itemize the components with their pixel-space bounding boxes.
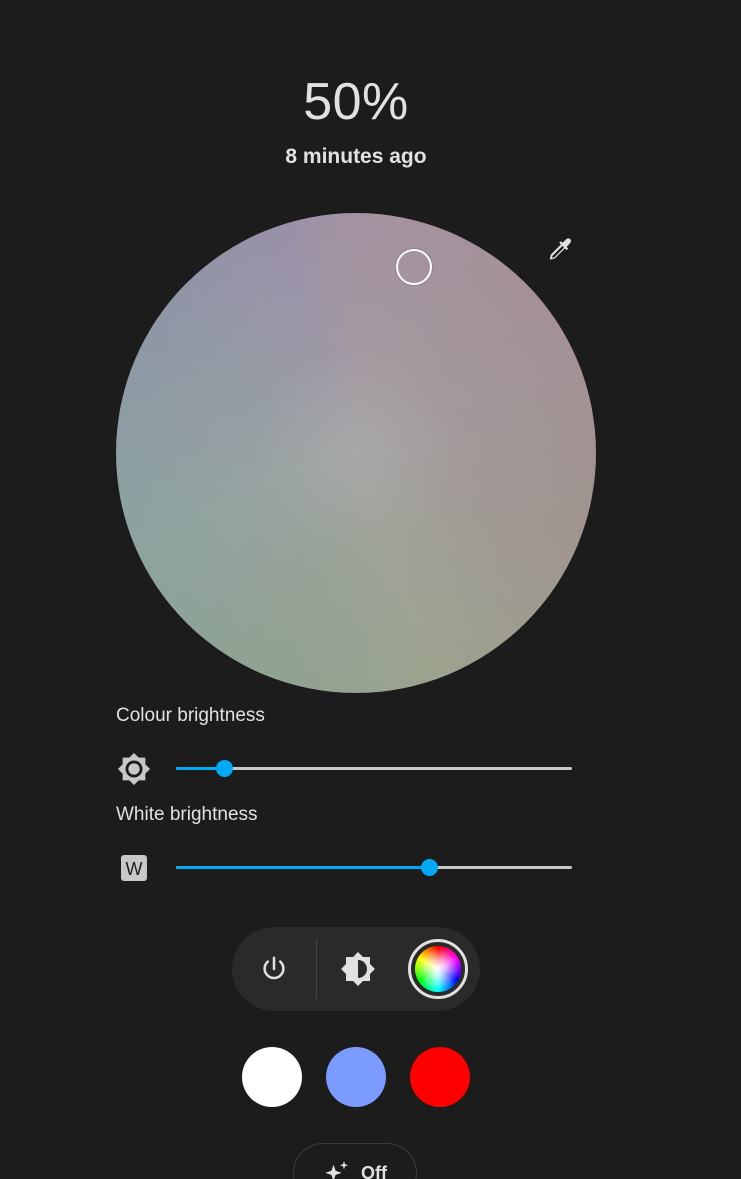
power-icon [263,956,285,980]
mode-divider [316,939,317,999]
favorite-color-red[interactable] [410,1047,470,1107]
color-wheel-marker[interactable] [396,249,432,285]
white-w-icon: W [116,850,152,886]
effect-button[interactable]: Off [293,1143,417,1179]
sparkles-icon [325,1161,349,1179]
colour-brightness-slider-row [116,748,586,788]
eyedropper-icon [549,238,572,260]
white-brightness-slider-row: W [116,847,586,887]
color-mode-button[interactable] [408,939,468,999]
white-brightness-slider[interactable] [176,859,572,876]
brightness-icon [116,751,152,787]
brightness-contrast-icon [341,952,375,986]
color-wheel-icon [415,946,461,992]
mode-selector [232,927,480,1011]
power-toggle-button[interactable] [244,939,304,999]
brightness-mode-button[interactable] [328,939,388,999]
colour-brightness-slider[interactable] [176,760,572,777]
white-brightness-thumb[interactable] [421,859,439,876]
svg-text:W: W [126,859,143,879]
wheel-center [337,434,375,472]
last-changed: 8 minutes ago [285,145,427,168]
favorite-color-white[interactable] [242,1047,302,1107]
light-more-info: 50% 8 minutes ago Colour brightness Whit… [0,0,741,1179]
white-brightness-fill [176,866,430,869]
state-value: 50% [303,73,409,131]
color-wheel[interactable] [116,213,596,693]
effect-label: Off [361,1163,387,1179]
white-brightness-label: White brightness [116,804,258,825]
eyedropper-button[interactable] [540,230,580,270]
favorite-color-blue[interactable] [326,1047,386,1107]
colour-brightness-thumb[interactable] [215,760,233,777]
colour-brightness-label: Colour brightness [116,705,265,726]
